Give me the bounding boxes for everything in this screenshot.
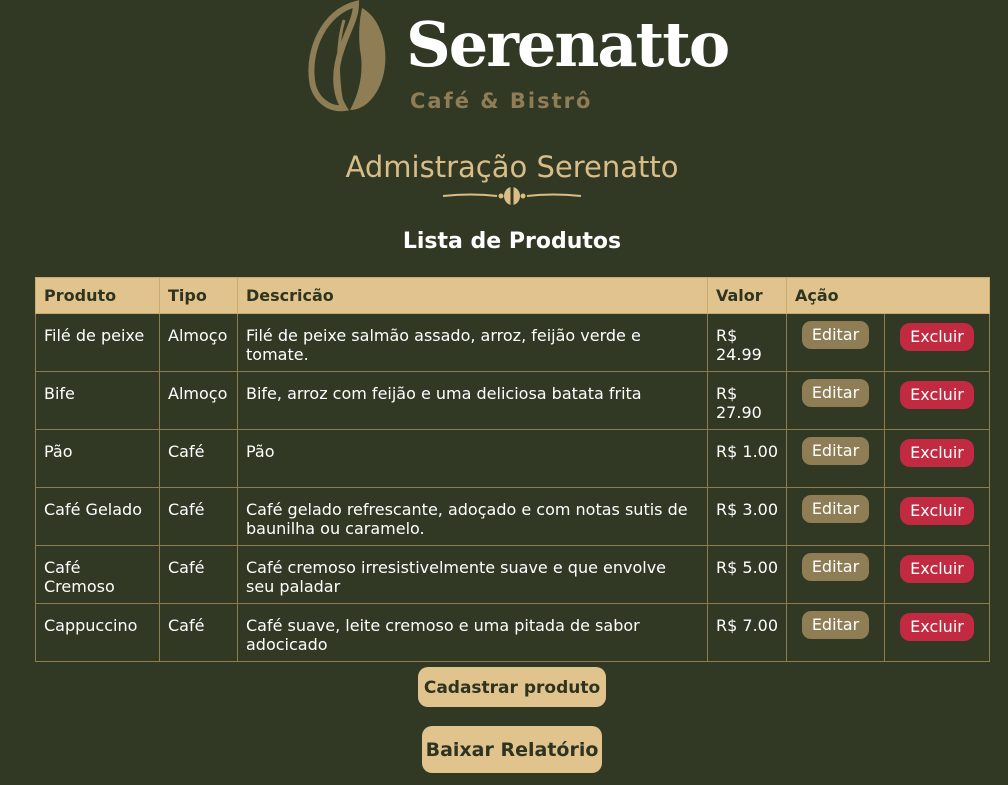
cell-valor: R$ 7.00 bbox=[707, 603, 787, 662]
page-title: Admistração Serenatto bbox=[345, 150, 679, 184]
brand-name: Serenatto bbox=[406, 8, 730, 81]
delete-button[interactable]: Excluir bbox=[900, 497, 974, 525]
cell-tipo: Café bbox=[159, 487, 238, 546]
header-acao: Ação bbox=[786, 277, 990, 314]
coffee-bean-icon bbox=[308, 0, 386, 112]
cell-produto: Pão bbox=[35, 429, 160, 488]
cell-edit: Editar bbox=[786, 545, 885, 604]
cell-delete: Excluir bbox=[884, 313, 990, 372]
delete-button[interactable]: Excluir bbox=[900, 323, 974, 351]
cell-descricao: Filé de peixe salmão assado, arroz, feij… bbox=[237, 313, 708, 372]
delete-button[interactable]: Excluir bbox=[900, 381, 974, 409]
delete-button[interactable]: Excluir bbox=[900, 555, 974, 583]
header-produto: Produto bbox=[35, 277, 160, 314]
cell-tipo: Café bbox=[159, 429, 238, 488]
cell-valor: R$ 1.00 bbox=[707, 429, 787, 488]
table-row: Filé de peixe Almoço Filé de peixe salmã… bbox=[35, 313, 990, 372]
cell-valor: R$ 3.00 bbox=[707, 487, 787, 546]
edit-button[interactable]: Editar bbox=[801, 553, 870, 581]
cell-tipo: Café bbox=[159, 603, 238, 662]
delete-button[interactable]: Excluir bbox=[900, 439, 974, 467]
cell-produto: Cappuccino bbox=[35, 603, 160, 662]
cell-descricao: Café suave, leite cremoso e uma pitada d… bbox=[237, 603, 708, 662]
products-table: Produto Tipo Descricão Valor Ação Filé d… bbox=[35, 277, 990, 662]
cell-edit: Editar bbox=[786, 603, 885, 662]
table-row: Bife Almoço Bife, arroz com feijão e uma… bbox=[35, 371, 990, 430]
cell-descricao: Café gelado refrescante, adoçado e com n… bbox=[237, 487, 708, 546]
table-row: Café Gelado Café Café gelado refrescante… bbox=[35, 487, 990, 546]
cell-edit: Editar bbox=[786, 487, 885, 546]
header-descricao: Descricão bbox=[237, 277, 708, 314]
brand-subtitle: Café & Bistrô bbox=[410, 89, 593, 113]
cell-produto: Café Cremoso bbox=[35, 545, 160, 604]
table-row: Pão Café Pão R$ 1.00 Editar Excluir bbox=[35, 429, 990, 488]
brand-logo: Serenatto Café & Bistrô bbox=[300, 0, 730, 118]
cell-delete: Excluir bbox=[884, 487, 990, 546]
cell-valor: R$ 27.90 bbox=[707, 371, 787, 430]
header-valor: Valor bbox=[707, 277, 787, 314]
edit-button[interactable]: Editar bbox=[801, 437, 870, 465]
cell-delete: Excluir bbox=[884, 371, 990, 430]
cell-valor: R$ 24.99 bbox=[707, 313, 787, 372]
edit-button[interactable]: Editar bbox=[801, 611, 870, 639]
cell-produto: Bife bbox=[35, 371, 160, 430]
table-row: Café Cremoso Café Café cremoso irresisti… bbox=[35, 545, 990, 604]
edit-button[interactable]: Editar bbox=[801, 379, 870, 407]
edit-button[interactable]: Editar bbox=[801, 321, 870, 349]
coffee-divider-icon bbox=[442, 187, 582, 205]
cell-tipo: Almoço bbox=[159, 313, 238, 372]
cell-edit: Editar bbox=[786, 371, 885, 430]
header-tipo: Tipo bbox=[159, 277, 238, 314]
cell-edit: Editar bbox=[786, 313, 885, 372]
cell-descricao: Pão bbox=[237, 429, 708, 488]
edit-button[interactable]: Editar bbox=[801, 495, 870, 523]
cell-delete: Excluir bbox=[884, 429, 990, 488]
cell-valor: R$ 5.00 bbox=[707, 545, 787, 604]
cell-produto: Filé de peixe bbox=[35, 313, 160, 372]
table-row: Cappuccino Café Café suave, leite cremos… bbox=[35, 603, 990, 662]
download-report-button[interactable]: Baixar Relatório bbox=[422, 726, 602, 773]
table-header-row: Produto Tipo Descricão Valor Ação bbox=[35, 277, 990, 314]
cell-delete: Excluir bbox=[884, 545, 990, 604]
register-product-button[interactable]: Cadastrar produto bbox=[418, 667, 606, 707]
delete-button[interactable]: Excluir bbox=[900, 613, 974, 641]
cell-produto: Café Gelado bbox=[35, 487, 160, 546]
cell-edit: Editar bbox=[786, 429, 885, 488]
cell-delete: Excluir bbox=[884, 603, 990, 662]
cell-tipo: Almoço bbox=[159, 371, 238, 430]
section-title: Lista de Produtos bbox=[402, 229, 622, 254]
cell-descricao: Café cremoso irresistivelmente suave e q… bbox=[237, 545, 708, 604]
cell-tipo: Café bbox=[159, 545, 238, 604]
cell-descricao: Bife, arroz com feijão e uma deliciosa b… bbox=[237, 371, 708, 430]
